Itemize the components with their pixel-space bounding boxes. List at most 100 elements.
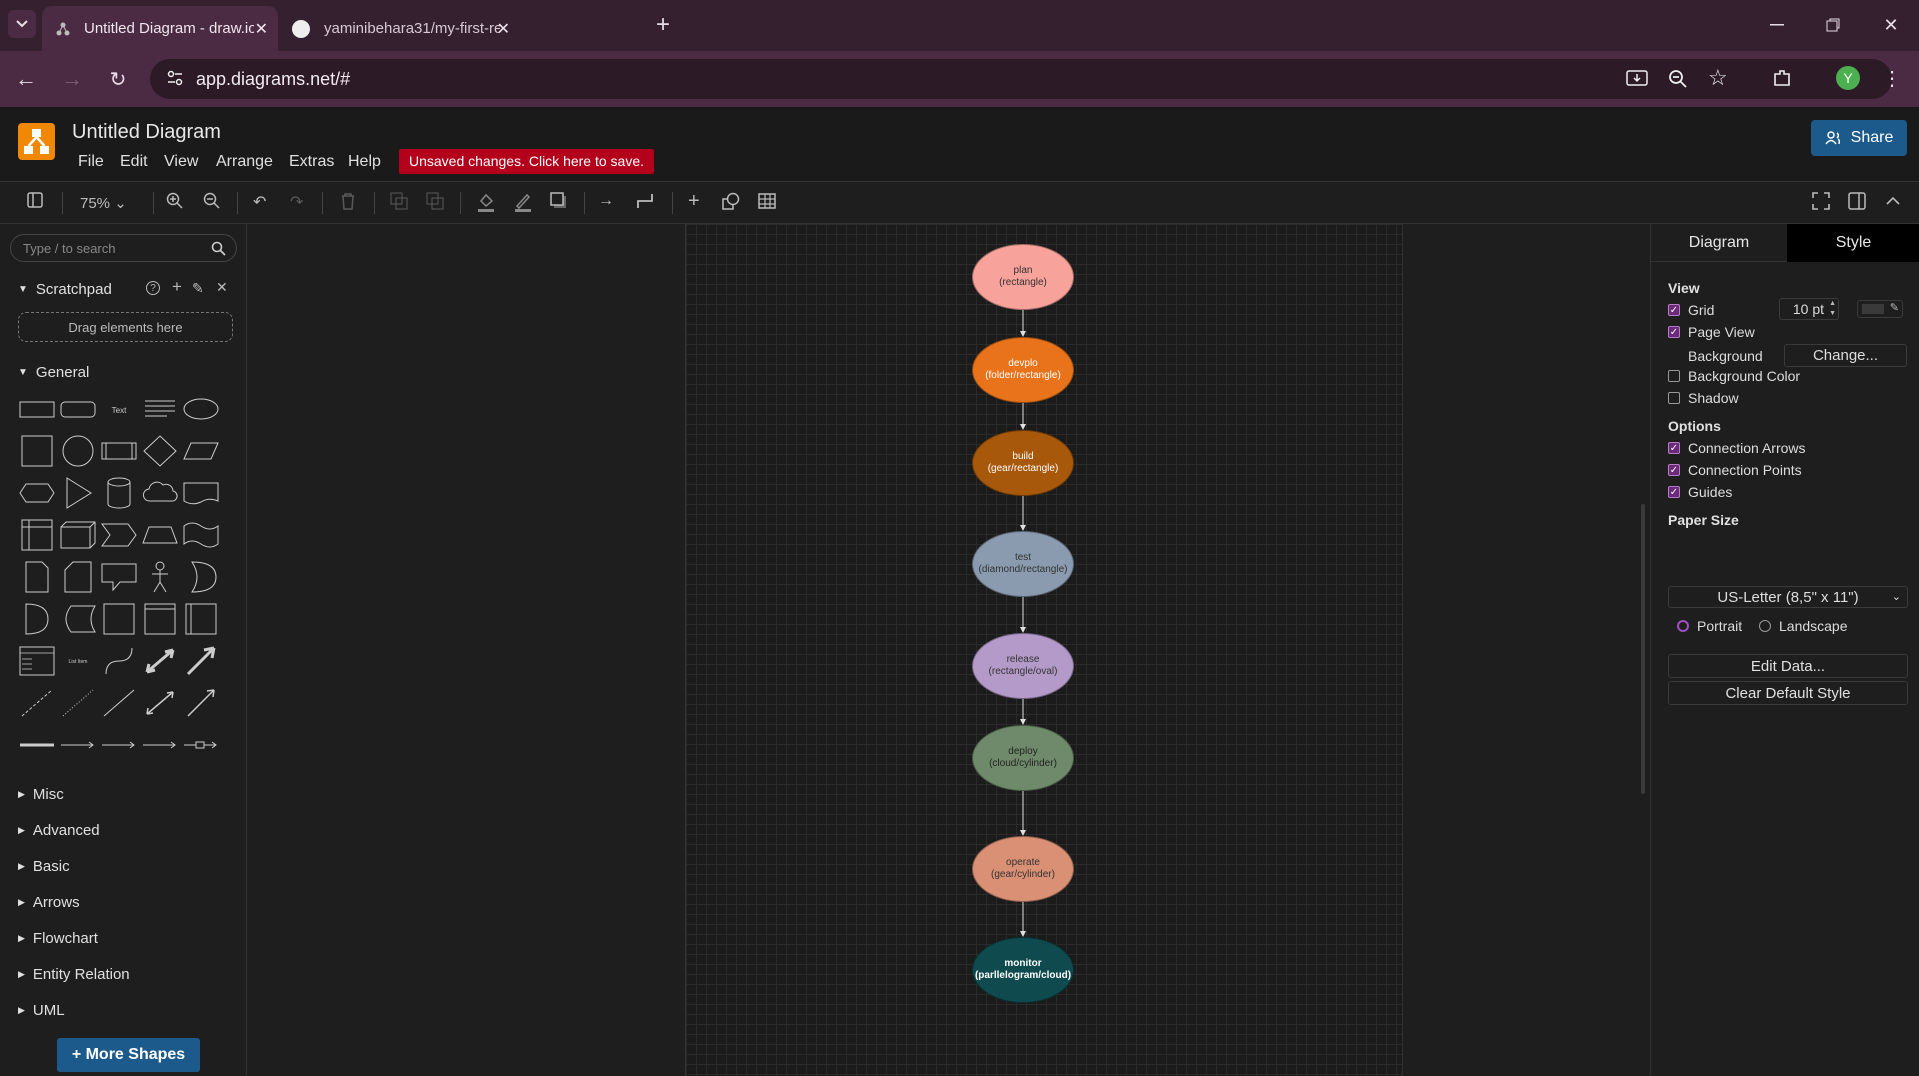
menu-view[interactable]: View bbox=[164, 153, 198, 171]
square-shape[interactable] bbox=[18, 434, 56, 468]
diagram-node-operate[interactable]: operate (gear/cylinder) bbox=[972, 836, 1074, 902]
connection-points-checkbox[interactable]: ✓ Connection Points bbox=[1668, 462, 1802, 478]
actor-shape[interactable] bbox=[141, 560, 179, 594]
portrait-radio[interactable]: Portrait bbox=[1677, 618, 1742, 634]
zoom-in-icon[interactable] bbox=[166, 192, 184, 210]
grid-checkbox[interactable]: ✓ Grid bbox=[1668, 302, 1714, 318]
tab-close-icon[interactable]: ✕ bbox=[255, 19, 268, 39]
document-shape[interactable] bbox=[182, 476, 220, 510]
diagram-node-monitor[interactable]: monitor (parllelogram/cloud) bbox=[972, 937, 1074, 1003]
list-item-shape[interactable]: List Item bbox=[59, 644, 97, 678]
grid-size-input[interactable]: 10 pt ▲ ▼ bbox=[1779, 298, 1839, 320]
library-arrows[interactable]: ▶ Arrows bbox=[18, 894, 80, 911]
cloud-shape[interactable] bbox=[141, 476, 179, 510]
text-shape[interactable]: Text bbox=[100, 392, 138, 426]
insert-shape-icon[interactable] bbox=[722, 192, 740, 210]
cube-shape[interactable] bbox=[59, 518, 97, 552]
note-shape[interactable] bbox=[18, 560, 56, 594]
vertical-container-shape[interactable] bbox=[182, 602, 220, 636]
diagram-node-test[interactable]: test (diamond/rectangle) bbox=[972, 531, 1074, 597]
data-storage-shape[interactable] bbox=[59, 602, 97, 636]
scratchpad-drop-zone[interactable]: Drag elements here bbox=[18, 312, 233, 342]
dashed-line-shape[interactable] bbox=[18, 686, 56, 720]
parallelogram-shape[interactable] bbox=[182, 434, 220, 468]
library-misc[interactable]: ▶ Misc bbox=[18, 786, 64, 803]
tab-drawio[interactable]: Untitled Diagram - draw.io ✕ bbox=[42, 6, 278, 51]
connector-symbol-shape[interactable] bbox=[182, 728, 220, 762]
shape-search-input[interactable]: Type / to search bbox=[10, 234, 237, 262]
close-icon[interactable]: ✕ bbox=[216, 279, 228, 296]
background-color-checkbox[interactable]: Background Color bbox=[1668, 368, 1800, 384]
trapezoid-shape[interactable] bbox=[141, 518, 179, 552]
menu-arrange[interactable]: Arrange bbox=[216, 153, 273, 171]
directional-connector-shape[interactable] bbox=[182, 686, 220, 720]
omnibox[interactable]: app.diagrams.net/# ☆ bbox=[150, 59, 1892, 99]
connector-label-shape[interactable] bbox=[100, 728, 138, 762]
restore-icon[interactable] bbox=[1818, 12, 1848, 38]
library-flowchart[interactable]: ▶ Flowchart bbox=[18, 930, 98, 947]
page-view-checkbox[interactable]: ✓ Page View bbox=[1668, 324, 1755, 340]
share-button[interactable]: Share bbox=[1811, 120, 1907, 156]
canvas-scrollbar[interactable] bbox=[1641, 504, 1645, 794]
reload-icon[interactable]: ↻ bbox=[106, 67, 130, 91]
tape-shape[interactable] bbox=[182, 518, 220, 552]
minimize-icon[interactable] bbox=[1762, 12, 1792, 38]
menu-file[interactable]: File bbox=[78, 153, 104, 171]
diagram-node-plan[interactable]: plan (rectangle) bbox=[972, 244, 1074, 310]
stepper-arrows-icon[interactable]: ▲ ▼ bbox=[1829, 299, 1836, 319]
link-shape[interactable] bbox=[18, 728, 56, 762]
diamond-shape[interactable] bbox=[141, 434, 179, 468]
browser-menu-icon[interactable]: ⋮ bbox=[1882, 66, 1902, 90]
tab-close-icon[interactable]: ✕ bbox=[497, 19, 510, 39]
unsaved-changes-button[interactable]: Unsaved changes. Click here to save. bbox=[399, 149, 655, 174]
tab-style[interactable]: Style bbox=[1787, 224, 1919, 262]
process-shape[interactable] bbox=[100, 434, 138, 468]
shadow-icon[interactable] bbox=[550, 192, 568, 210]
install-app-icon[interactable] bbox=[1626, 69, 1648, 89]
zoom-magnifier-icon[interactable] bbox=[1668, 69, 1688, 89]
menu-help[interactable]: Help bbox=[348, 153, 381, 171]
callout-shape[interactable] bbox=[100, 560, 138, 594]
connection-style-arrow-icon[interactable]: → bbox=[598, 192, 614, 210]
clear-default-style-button[interactable]: Clear Default Style bbox=[1668, 681, 1908, 705]
textbox-shape[interactable] bbox=[141, 392, 179, 426]
and-shape[interactable] bbox=[18, 602, 56, 636]
connector-arrow-shape[interactable] bbox=[59, 728, 97, 762]
redo-icon[interactable]: ↷ bbox=[290, 192, 303, 212]
or-shape[interactable] bbox=[182, 560, 220, 594]
undo-icon[interactable]: ↶ bbox=[253, 192, 266, 212]
general-section-header[interactable]: ▼ General bbox=[18, 364, 89, 381]
curve-shape[interactable] bbox=[100, 644, 138, 678]
ellipse-shape[interactable] bbox=[182, 392, 220, 426]
help-icon[interactable]: ? bbox=[146, 281, 160, 295]
paper-size-select[interactable]: US-Letter (8,5" x 11") ⌄ bbox=[1668, 586, 1908, 608]
zoom-level-dropdown[interactable]: 75% ⌄ bbox=[80, 194, 127, 212]
to-back-icon[interactable] bbox=[426, 192, 444, 210]
list-shape[interactable] bbox=[18, 644, 56, 678]
connector-two-labels-shape[interactable] bbox=[141, 728, 179, 762]
horizontal-container-shape[interactable] bbox=[141, 602, 179, 636]
to-front-icon[interactable] bbox=[390, 192, 408, 210]
bidirectional-arrow-shape[interactable] bbox=[141, 644, 179, 678]
diagram-page[interactable]: plan (rectangle) devplo (folder/rectangle) b… bbox=[685, 224, 1403, 1076]
shadow-checkbox[interactable]: Shadow bbox=[1668, 390, 1739, 406]
diagram-canvas[interactable]: plan (rectangle) devplo (folder/rectangle) b… bbox=[248, 224, 1649, 1076]
square-container-shape[interactable] bbox=[100, 602, 138, 636]
back-arrow-icon[interactable]: ← bbox=[14, 66, 38, 91]
collapse-chevron-up-icon[interactable] bbox=[1886, 192, 1900, 210]
cylinder-shape[interactable] bbox=[100, 476, 138, 510]
dotted-line-shape[interactable] bbox=[59, 686, 97, 720]
grid-color-swatch[interactable]: ✎ bbox=[1857, 300, 1903, 318]
rectangle-shape[interactable] bbox=[18, 392, 56, 426]
more-shapes-button[interactable]: + More Shapes bbox=[57, 1038, 200, 1072]
add-plus-icon[interactable]: + bbox=[172, 277, 182, 297]
waypoints-icon[interactable] bbox=[636, 192, 654, 210]
scratchpad-header[interactable]: ▼ Scratchpad bbox=[18, 281, 112, 298]
diagram-node-release[interactable]: release (rectangle/oval) bbox=[972, 633, 1074, 699]
menu-extras[interactable]: Extras bbox=[289, 153, 334, 171]
delete-trash-icon[interactable] bbox=[340, 192, 356, 210]
format-panel-icon[interactable] bbox=[1848, 192, 1866, 210]
line-color-icon[interactable] bbox=[514, 192, 532, 212]
triangle-shape[interactable] bbox=[59, 476, 97, 510]
search-icon[interactable] bbox=[211, 241, 226, 256]
